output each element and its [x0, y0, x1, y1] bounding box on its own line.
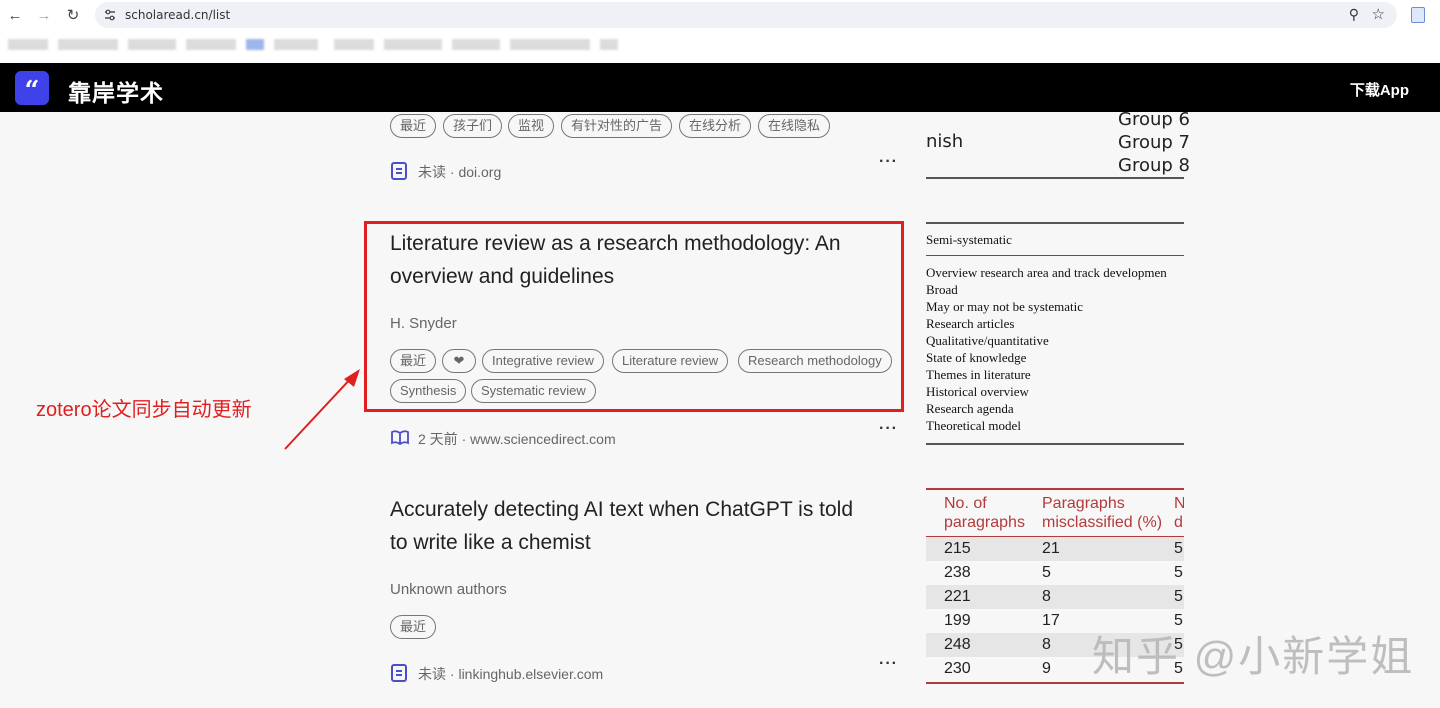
- tag[interactable]: 在线分析: [679, 114, 752, 138]
- site-settings-icon[interactable]: [104, 9, 116, 21]
- watermark-text: 知乎 @小新学姐: [1092, 633, 1415, 680]
- more-options-icon[interactable]: ···: [879, 153, 898, 171]
- table-cell: Themes in literature: [926, 367, 1031, 382]
- table-cell: Historical overview: [926, 384, 1029, 399]
- annotation-arrow-icon: [284, 369, 360, 450]
- brand-name[interactable]: 靠岸学术: [68, 74, 164, 108]
- table-cell: 5: [1042, 564, 1051, 581]
- read-status: 未读: [418, 666, 446, 682]
- table-cell: 199: [944, 612, 971, 629]
- quote-logo-icon[interactable]: “: [15, 71, 49, 106]
- bookmark-item[interactable]: [8, 39, 48, 50]
- more-options-icon[interactable]: ···: [879, 655, 898, 673]
- bookmark-item[interactable]: [384, 39, 442, 50]
- table-cell: 248: [944, 636, 971, 653]
- divider: [926, 255, 1184, 256]
- table-row: 215 21 5: [926, 537, 1184, 561]
- title-line: to write like a chemist: [390, 531, 591, 554]
- table-cell: 5: [1174, 540, 1183, 557]
- table-header: No. of paragraphs: [944, 495, 1025, 531]
- table-cell: Broad: [926, 282, 958, 297]
- tag[interactable]: 在线隐私: [758, 114, 831, 138]
- meta-separator: ·: [449, 666, 455, 682]
- table-header: Semi-systematic: [926, 232, 1012, 247]
- bookmark-item[interactable]: [600, 39, 618, 50]
- tag[interactable]: 监视: [508, 114, 555, 138]
- paper-title[interactable]: Accurately detecting AI text when ChatGP…: [390, 493, 853, 559]
- download-app-button[interactable]: 下载App: [1350, 79, 1409, 100]
- tag[interactable]: 最近: [390, 615, 437, 639]
- table-header: N d: [1174, 495, 1184, 531]
- table-cell: 230: [944, 660, 971, 677]
- figure-fragment-text: nish: [926, 131, 964, 152]
- annotation-text: zotero论文同步自动更新: [36, 399, 252, 421]
- bookmark-item[interactable]: [334, 39, 374, 50]
- table-cell: 221: [944, 588, 971, 605]
- table-cell: 9: [1042, 660, 1051, 677]
- tag[interactable]: 孩子们: [443, 114, 503, 138]
- tag[interactable]: 有针对性的广告: [561, 114, 673, 138]
- divider: [926, 222, 1184, 224]
- table-cell: 238: [944, 564, 971, 581]
- tag[interactable]: 最近: [390, 114, 437, 138]
- meta-separator: ·: [449, 164, 455, 180]
- table-cell: 17: [1042, 612, 1060, 629]
- highlight-box: [364, 221, 904, 412]
- group-label: Group 8: [1118, 155, 1190, 176]
- table-cell: Theoretical model: [926, 418, 1021, 433]
- unread-doc-icon: [391, 162, 407, 180]
- source-domain[interactable]: doi.org: [458, 164, 501, 180]
- bookmarks-bar: [0, 36, 1440, 60]
- table-cell: Qualitative/quantitative: [926, 333, 1049, 348]
- browser-chrome: ← → ↻ scholaread.cn/list ⚲ ☆: [0, 0, 1440, 63]
- table-cell: 21: [1042, 540, 1060, 557]
- divider: [926, 177, 1184, 179]
- source-domain[interactable]: www.sciencedirect.com: [470, 431, 616, 447]
- read-status: 未读: [418, 164, 446, 180]
- table-cell: Research agenda: [926, 401, 1014, 416]
- title-line: Accurately detecting AI text when ChatGP…: [390, 498, 854, 521]
- meta-separator: ·: [461, 431, 467, 447]
- read-status: 2 天前: [418, 431, 458, 447]
- extension-icon[interactable]: [1411, 7, 1425, 23]
- table-cell: 5: [1174, 588, 1183, 605]
- bookmark-item[interactable]: [274, 39, 318, 50]
- table-cell: Research articles: [926, 316, 1015, 331]
- bookmark-item[interactable]: [186, 39, 236, 50]
- bookmark-item[interactable]: [510, 39, 590, 50]
- table-row: 238 5 5: [926, 561, 1184, 585]
- divider: [926, 443, 1184, 445]
- reload-icon[interactable]: ↻: [62, 5, 84, 27]
- bookmark-item[interactable]: [128, 39, 176, 50]
- more-options-icon[interactable]: ···: [879, 420, 898, 438]
- back-icon[interactable]: ←: [4, 5, 26, 27]
- bookmark-item[interactable]: [452, 39, 500, 50]
- bookmark-item[interactable]: [58, 39, 118, 50]
- table-cell: May or may not be systematic: [926, 299, 1084, 314]
- unread-doc-icon: [391, 664, 407, 682]
- table-cell: 8: [1042, 588, 1051, 605]
- address-bar[interactable]: scholaread.cn/list ⚲ ☆: [95, 2, 1397, 28]
- table-cell: Overview research area and track develop…: [926, 265, 1167, 280]
- table-cell: 215: [944, 540, 971, 557]
- group-label: Group 7: [1118, 132, 1190, 153]
- app-header: “ 靠岸学术 下载App: [0, 63, 1440, 112]
- bookmark-star-icon[interactable]: ☆: [1372, 5, 1385, 23]
- url-text[interactable]: scholaread.cn/list: [125, 8, 230, 22]
- group-label: Group 6: [1118, 109, 1190, 130]
- table-header: Paragraphs misclassified (%): [1042, 495, 1163, 531]
- table-cell: 8: [1042, 636, 1051, 653]
- forward-icon[interactable]: →: [33, 5, 55, 27]
- bookmark-item[interactable]: [246, 39, 264, 50]
- table-cell: 5: [1174, 564, 1183, 581]
- open-book-icon: [391, 430, 409, 445]
- zoom-icon[interactable]: ⚲: [1349, 6, 1359, 23]
- table-cell: State of knowledge: [926, 350, 1027, 365]
- table-top-border: [926, 488, 1184, 490]
- table-row: 221 8 5: [926, 585, 1184, 609]
- paper-authors: Unknown authors: [390, 581, 507, 598]
- source-domain[interactable]: linkinghub.elsevier.com: [458, 666, 603, 682]
